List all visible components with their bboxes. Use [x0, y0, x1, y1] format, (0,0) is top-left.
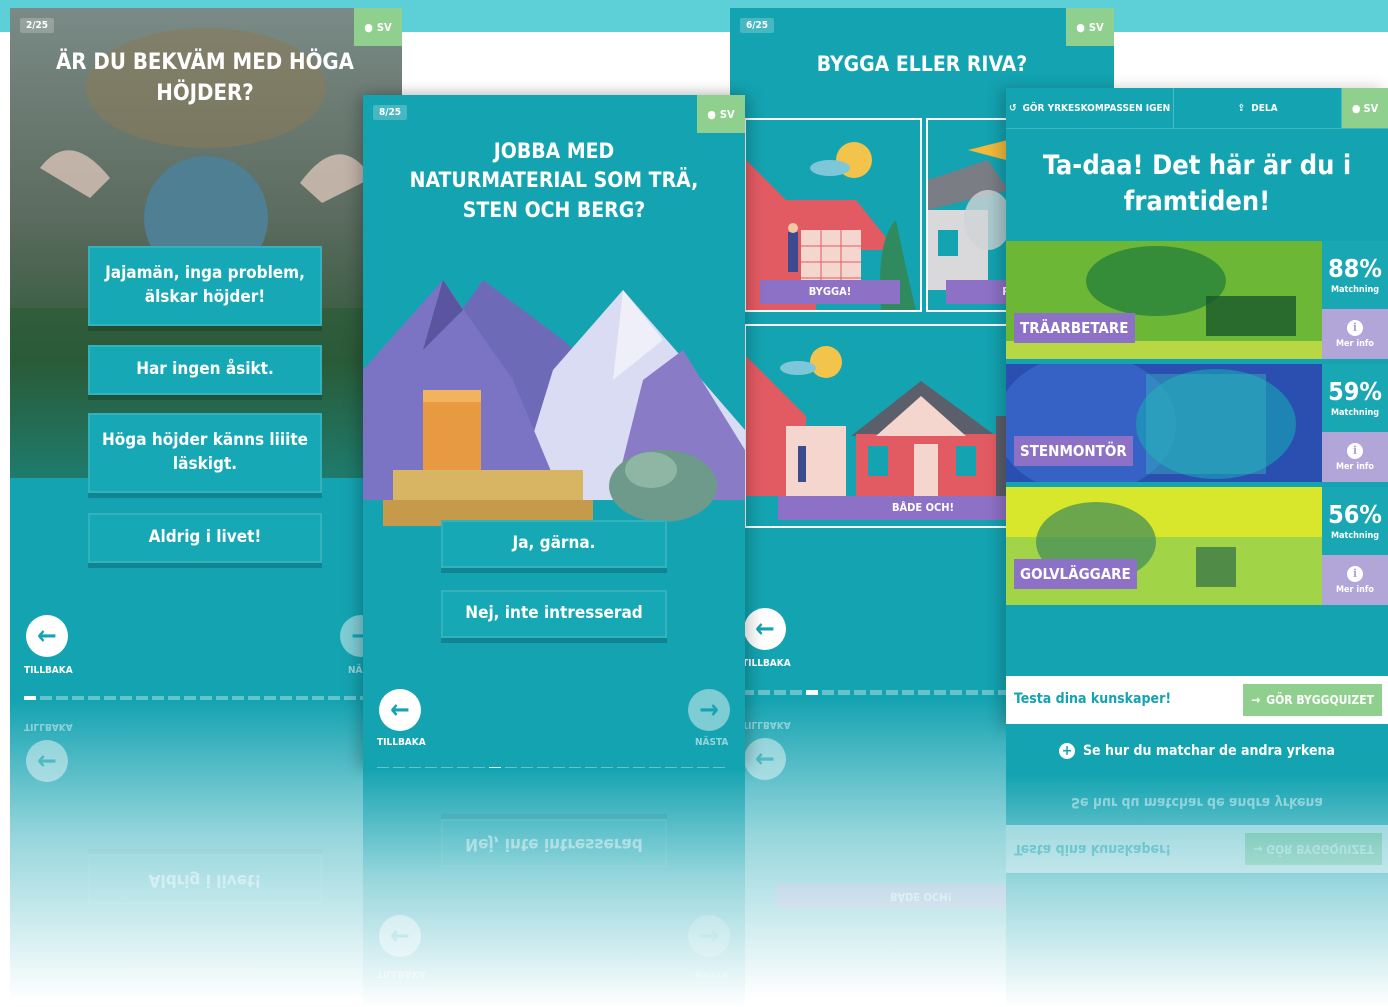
- quiz-prompt: Testa dina kunskaper!: [1014, 691, 1172, 707]
- screen-reflection: Aldrig i livet! ← TILLBAKA: [10, 700, 402, 1000]
- answer-button[interactable]: Aldrig i livet!: [88, 513, 322, 563]
- match-label: Matchning: [1330, 284, 1380, 295]
- arrow-right-icon: →: [1251, 693, 1261, 707]
- question-title-line: HÖJDER?: [156, 80, 254, 106]
- redo-icon: ↺: [1008, 102, 1017, 114]
- language-button[interactable]: ● SV: [1342, 88, 1388, 128]
- result-name: GOLVLÄGGARE: [1014, 559, 1137, 589]
- more-info-button[interactable]: i Mer info: [1322, 309, 1388, 359]
- language-label: SV: [376, 20, 392, 34]
- language-label: SV: [1363, 101, 1379, 115]
- more-info-button[interactable]: i Mer info: [1322, 555, 1388, 605]
- redo-button[interactable]: ↺ GÖR YRKESKOMPASSEN IGEN: [1006, 88, 1175, 128]
- arrow-left-icon: ←: [755, 614, 775, 644]
- screen-height-question: 2/25 ● SV ÄR DU BEKVÄM MED HÖGA HÖJDER? …: [10, 8, 402, 700]
- next-label: NÄ: [348, 665, 363, 676]
- answer-button[interactable]: Ja, gärna.: [441, 520, 667, 568]
- language-label: SV: [719, 107, 735, 121]
- share-label: DELA: [1251, 102, 1278, 114]
- answer-button[interactable]: Jajamän, inga problem, älskar höjder!: [88, 246, 322, 326]
- match-value: 88%: [1328, 253, 1382, 283]
- info-icon: i: [1347, 442, 1363, 459]
- answer-button[interactable]: Nej, inte intresserad: [441, 590, 667, 638]
- results-title-line: Ta-daa! Det här är du i: [1042, 150, 1352, 181]
- question-counter: 8/25: [373, 105, 408, 120]
- option-label: BYGGA!: [760, 280, 900, 304]
- language-label: SV: [1088, 20, 1104, 34]
- globe-icon: ●: [707, 107, 716, 121]
- language-button[interactable]: ● SV: [697, 95, 745, 133]
- redo-label: GÖR YRKESKOMPASSEN IGEN: [1022, 102, 1171, 114]
- match-percent: 56% Matchning: [1322, 487, 1388, 555]
- result-row[interactable]: STENMONTÖR 59% Matchning i Mer info: [1006, 364, 1388, 482]
- results-title-line: framtiden!: [1123, 186, 1271, 218]
- plus-circle-icon: +: [1058, 743, 1075, 759]
- info-icon: i: [1347, 565, 1363, 582]
- result-row[interactable]: GOLVLÄGGARE 56% Matchning i Mer info: [1006, 487, 1388, 605]
- see-more-label: Se hur du matchar de andra yrkena: [1082, 743, 1336, 759]
- arrow-left-icon: ←: [37, 621, 57, 651]
- answer-button[interactable]: Höga höjder känns liiite läskigt.: [88, 413, 322, 493]
- back-button[interactable]: ←: [379, 689, 421, 731]
- question-counter: 6/25: [740, 18, 775, 33]
- back-label: TILLBAKA: [24, 665, 73, 676]
- screen-results: ↺ GÖR YRKESKOMPASSEN IGEN ⇪ DELA ● SV Ta…: [1006, 88, 1388, 728]
- quiz-bar: Testa dina kunskaper! → GÖR BYGGQUIZET: [1006, 676, 1388, 724]
- info-icon: i: [1347, 319, 1363, 336]
- question-title-line: STEN OCH BERG?: [462, 197, 646, 222]
- globe-icon: ●: [364, 20, 373, 34]
- question-title: ÄR DU BEKVÄM MED HÖGA HÖJDER?: [40, 48, 370, 110]
- result-row[interactable]: TRÄARBETARE 88% Matchning i Mer info: [1006, 241, 1388, 359]
- back-label: TILLBAKA: [742, 658, 791, 669]
- screen-natural-materials: 8/25 ● SV JOBBA MED NATURMATERIAL SOM TR…: [363, 95, 745, 768]
- answer-button[interactable]: Har ingen åsikt.: [88, 345, 322, 395]
- screen-reflection: Se hur du matchar de andra yrkena Testa …: [1006, 774, 1388, 1007]
- quiz-button[interactable]: → GÖR BYGGQUIZET: [1243, 684, 1382, 716]
- match-percent: 88% Matchning: [1322, 241, 1388, 309]
- match-value: 56%: [1328, 499, 1382, 529]
- more-info-label: Mer info: [1336, 461, 1374, 472]
- question-title: BYGGA ELLER RIVA?: [816, 52, 1028, 76]
- globe-icon: ●: [1351, 101, 1361, 115]
- option-card-build[interactable]: BYGGA!: [744, 118, 922, 312]
- question-title-line: NATURMATERIAL SOM TRÄ,: [409, 168, 699, 193]
- next-label: NÄSTA: [695, 737, 729, 748]
- question-title: JOBBA MED NATURMATERIAL SOM TRÄ, STEN OC…: [393, 137, 715, 225]
- quiz-button-label: GÖR BYGGQUIZET: [1266, 693, 1374, 707]
- language-button[interactable]: ● SV: [1066, 8, 1114, 46]
- screen-reflection: Nej, inte intresserad ← → TILLBAKA NÄSTA: [363, 768, 745, 1007]
- question-title-line: JOBBA MED: [493, 139, 615, 163]
- back-label: TILLBAKA: [377, 737, 426, 748]
- back-button[interactable]: ←: [744, 608, 786, 650]
- results-title: Ta-daa! Det här är du i framtiden!: [1016, 148, 1378, 221]
- arrow-left-icon: ←: [390, 695, 410, 725]
- globe-icon: ●: [1076, 20, 1085, 34]
- match-label: Matchning: [1330, 407, 1380, 418]
- share-button[interactable]: ⇪ DELA: [1174, 88, 1343, 128]
- match-label: Matchning: [1330, 530, 1380, 541]
- question-title-line: ÄR DU BEKVÄM MED HÖGA: [55, 50, 354, 75]
- result-name: TRÄARBETARE: [1014, 313, 1135, 343]
- question-counter: 2/25: [20, 18, 55, 33]
- share-icon: ⇪: [1237, 102, 1246, 114]
- language-button[interactable]: ● SV: [354, 8, 402, 46]
- results-toolbar: ↺ GÖR YRKESKOMPASSEN IGEN ⇪ DELA ● SV: [1006, 88, 1388, 129]
- back-button[interactable]: ←: [26, 615, 68, 657]
- match-value: 59%: [1328, 376, 1382, 406]
- arrow-right-icon: →: [699, 695, 719, 725]
- result-name: STENMONTÖR: [1014, 436, 1133, 466]
- match-percent: 59% Matchning: [1322, 364, 1388, 432]
- more-info-button[interactable]: i Mer info: [1322, 432, 1388, 482]
- see-more-button[interactable]: + Se hur du matchar de andra yrkena: [1006, 728, 1388, 774]
- more-info-label: Mer info: [1336, 338, 1374, 349]
- more-info-label: Mer info: [1336, 584, 1374, 595]
- next-button[interactable]: →: [688, 689, 730, 731]
